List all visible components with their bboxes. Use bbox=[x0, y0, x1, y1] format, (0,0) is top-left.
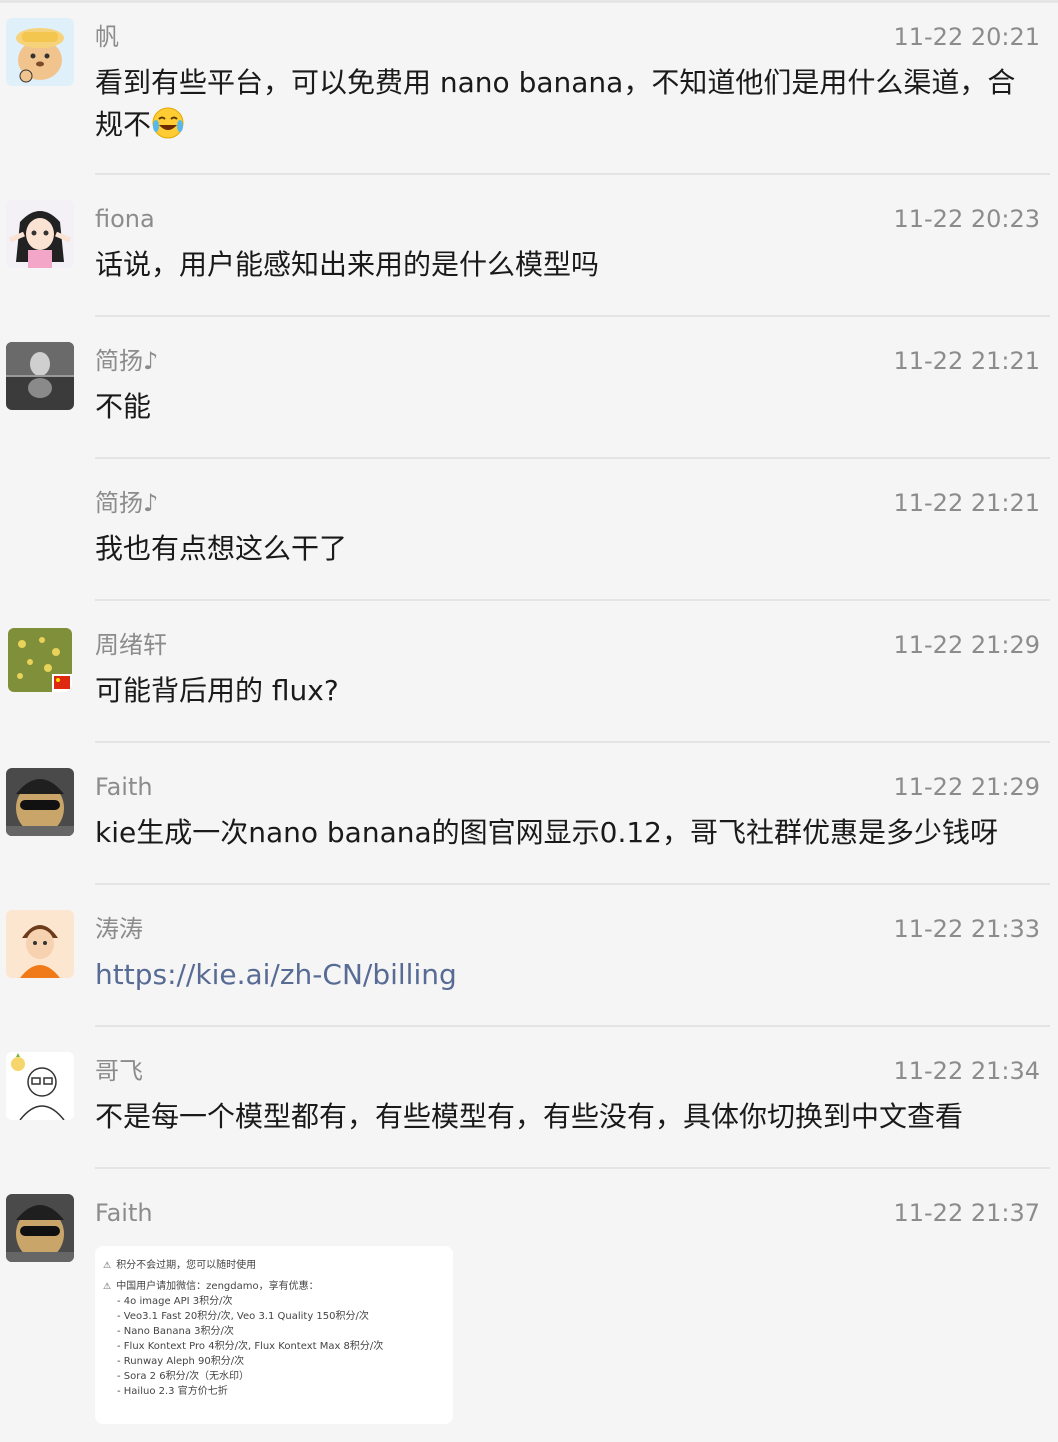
image-list-item: - Sora 2 6积分/次（无水印） bbox=[117, 1371, 249, 1382]
image-list-item: - Nano Banana 3积分/次 bbox=[117, 1326, 234, 1337]
timestamp: 11-22 21:34 bbox=[893, 1057, 1040, 1085]
image-line: ⚠ 中国用户请加微信：zengdamo，享有优惠： bbox=[103, 1279, 319, 1295]
sender-name[interactable]: 哥飞 bbox=[95, 1054, 143, 1088]
avatar[interactable] bbox=[6, 342, 74, 410]
image-list-item: - Flux Kontext Pro 4积分/次, Flux Kontext M… bbox=[117, 1341, 384, 1352]
sender-name[interactable]: fiona bbox=[95, 202, 155, 236]
avatar[interactable] bbox=[6, 1194, 74, 1262]
avatar[interactable] bbox=[6, 1052, 74, 1120]
message-divider bbox=[95, 883, 1050, 885]
warning-icon: ⚠ bbox=[103, 1282, 112, 1292]
timestamp: 11-22 21:33 bbox=[893, 915, 1040, 943]
message-divider bbox=[95, 1167, 1050, 1169]
sender-name[interactable]: 简扬♪ bbox=[95, 344, 158, 378]
top-divider bbox=[0, 0, 1058, 3]
message-link[interactable]: https://kie.ai/zh-CN/billing bbox=[95, 954, 1040, 996]
image-list-item: - 4o image API 3积分/次 bbox=[117, 1296, 233, 1307]
image-list-item: - Hailuo 2.3 官方价七折 bbox=[117, 1386, 228, 1397]
timestamp: 11-22 20:21 bbox=[893, 23, 1040, 51]
sender-name[interactable]: 简扬♪ bbox=[95, 486, 158, 520]
avatar[interactable] bbox=[6, 768, 74, 836]
message-divider bbox=[95, 599, 1050, 601]
image-list-item: - Runway Aleph 90积分/次 bbox=[117, 1356, 245, 1367]
message-image[interactable]: ⚠ 积分不会过期，您可以随时使用 ⚠ 中国用户请加微信：zengdamo，享有优… bbox=[95, 1246, 453, 1424]
timestamp: 11-22 21:21 bbox=[893, 347, 1040, 375]
message-text[interactable]: 我也有点想这么干了 bbox=[95, 528, 1040, 570]
sender-name[interactable]: 涛涛 bbox=[95, 912, 143, 946]
avatar[interactable] bbox=[8, 628, 72, 692]
sender-name[interactable]: Faith bbox=[95, 770, 153, 804]
message-divider bbox=[95, 173, 1050, 175]
message-divider bbox=[95, 1025, 1050, 1027]
message-text[interactable]: 可能背后用的 flux? bbox=[95, 670, 1040, 712]
warning-icon: ⚠ bbox=[103, 1261, 112, 1271]
tears-of-joy-emoji-icon bbox=[151, 106, 185, 140]
avatar[interactable] bbox=[6, 18, 74, 86]
timestamp: 11-22 21:29 bbox=[893, 631, 1040, 659]
image-line: ⚠ 积分不会过期，您可以随时使用 bbox=[103, 1258, 256, 1274]
message-divider bbox=[95, 457, 1050, 459]
sender-name[interactable]: 帆 bbox=[95, 20, 119, 54]
message-text[interactable]: 话说，用户能感知出来用的是什么模型吗 bbox=[95, 244, 1040, 286]
avatar[interactable] bbox=[6, 910, 74, 978]
avatar[interactable] bbox=[6, 200, 74, 268]
timestamp: 11-22 21:37 bbox=[893, 1199, 1040, 1227]
message-text[interactable]: 不是每一个模型都有，有些模型有，有些没有，具体你切换到中文查看 bbox=[95, 1096, 1040, 1138]
sender-name[interactable]: Faith bbox=[95, 1196, 153, 1230]
message-divider bbox=[95, 315, 1050, 317]
timestamp: 11-22 20:23 bbox=[893, 205, 1040, 233]
message-text[interactable]: kie生成一次nano banana的图官网显示0.12，哥飞社群优惠是多少钱呀 bbox=[95, 812, 1040, 854]
sender-name[interactable]: 周绪轩 bbox=[95, 628, 167, 662]
message-text[interactable]: 不能 bbox=[95, 386, 1040, 428]
image-list-item: - Veo3.1 Fast 20积分/次, Veo 3.1 Quality 15… bbox=[117, 1311, 369, 1322]
timestamp: 11-22 21:29 bbox=[893, 773, 1040, 801]
message-text-content: 看到有些平台，可以免费用 nano banana，不知道他们是用什么渠道，合规不 bbox=[95, 66, 1016, 141]
message-text[interactable]: 看到有些平台，可以免费用 nano banana，不知道他们是用什么渠道，合规不 bbox=[95, 62, 1040, 146]
message-divider bbox=[95, 741, 1050, 743]
timestamp: 11-22 21:21 bbox=[893, 489, 1040, 517]
